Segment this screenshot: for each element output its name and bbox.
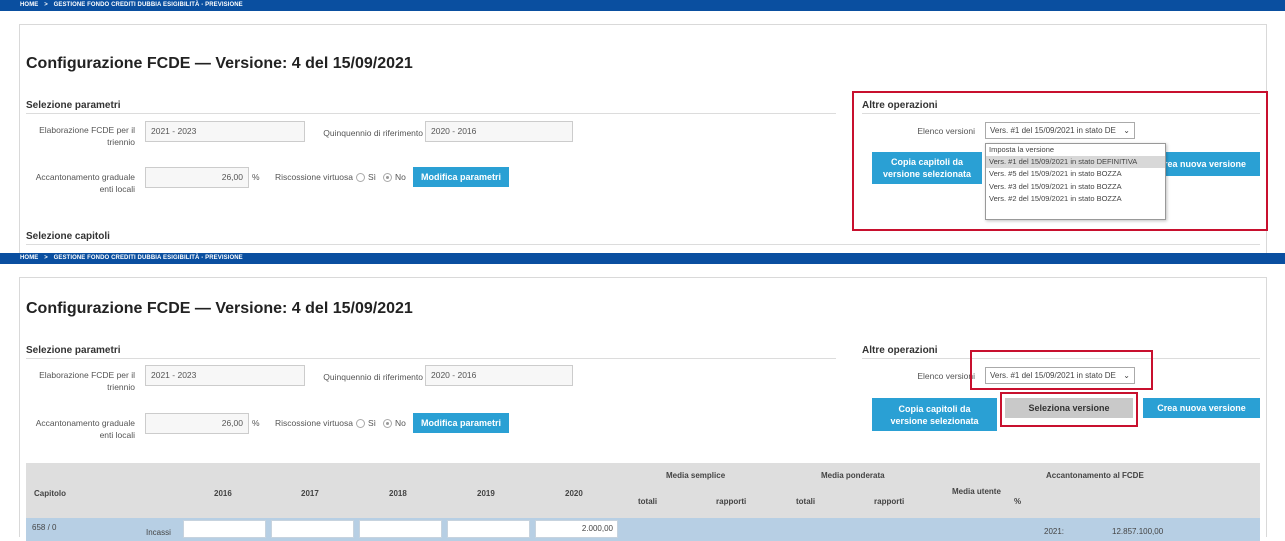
col-capitolo: Capitolo: [34, 489, 66, 498]
table-header: Capitolo 2016 2017 2018 2019 2020 Media …: [26, 463, 1260, 519]
cell-importo: 12.857.100,00: [1112, 527, 1164, 536]
accantonamento-label: Accantonamento graduale enti locali: [30, 417, 135, 441]
riscossione-radio-group: Riscossione virtuosa Sì No: [275, 418, 406, 428]
highlight-box: [1000, 392, 1138, 427]
copia-line2: versione selezionata: [890, 415, 979, 426]
radio-no[interactable]: [382, 172, 392, 182]
page-title: Configurazione FCDE — Versione: 4 del 15…: [26, 300, 413, 317]
screenshot-bottom-panel: HOME > GESTIONE FONDO CREDITI DUBBIA ESI…: [0, 253, 1285, 541]
breadcrumb-separator: >: [44, 255, 48, 261]
col-year: 2019: [477, 489, 495, 498]
quinquennio-field[interactable]: 2020 - 2016: [425, 365, 573, 386]
breadcrumb-home[interactable]: HOME: [20, 2, 38, 8]
col-accantonamento: Accantonamento al FCDE: [1046, 471, 1144, 480]
breadcrumb-separator: >: [44, 2, 48, 8]
col-year: 2020: [565, 489, 583, 498]
input-2017[interactable]: [271, 520, 354, 538]
acc-label-line2: enti locali: [99, 184, 135, 194]
triennio-label-line2: triennio: [107, 137, 135, 147]
acc-label-line2: enti locali: [99, 430, 135, 440]
cell-capitolo: 658 / 0: [32, 523, 57, 532]
divider: [26, 358, 836, 359]
highlight-box: [970, 350, 1153, 390]
accantonamento-field[interactable]: 26,00: [145, 413, 249, 434]
page-title: Configurazione FCDE — Versione: 4 del 15…: [26, 55, 413, 72]
accantonamento-label: Accantonamento graduale enti locali: [30, 171, 135, 195]
acc-label-line1: Accantonamento graduale: [35, 418, 135, 428]
quinquennio-label: Quinquennio di riferimento: [323, 128, 423, 138]
divider: [26, 113, 836, 114]
col-media-semplice: Media semplice: [666, 471, 726, 480]
input-2016[interactable]: [183, 520, 266, 538]
col-rapporti: rapporti: [716, 497, 747, 506]
radio-no[interactable]: [382, 418, 392, 428]
crea-nuova-versione-button[interactable]: Crea nuova versione: [1143, 398, 1260, 418]
section-params-title: Selezione parametri: [26, 100, 121, 111]
copia-capitoli-button[interactable]: Copia capitoli da versione selezionata: [872, 398, 997, 431]
triennio-label: Elaborazione FCDE per il triennio: [30, 124, 135, 148]
col-year: 2016: [214, 489, 232, 498]
triennio-label-line1: Elaborazione FCDE per il: [39, 370, 135, 380]
radio-si[interactable]: [355, 418, 365, 428]
modifica-parametri-button[interactable]: Modifica parametri: [413, 413, 509, 433]
input-2020[interactable]: 2.000,00: [535, 520, 618, 538]
riscossione-radio-group: Riscossione virtuosa Sì No: [275, 172, 406, 182]
col-rapporti: rapporti: [874, 497, 905, 506]
percent-sign: %: [252, 418, 260, 428]
triennio-label: Elaborazione FCDE per il triennio: [30, 369, 135, 393]
cell-anno: 2021:: [1044, 527, 1065, 536]
accantonamento-field[interactable]: 26,00: [145, 167, 249, 188]
triennio-label-line1: Elaborazione FCDE per il: [39, 125, 135, 135]
section-capitoli-title: Selezione capitoli: [26, 231, 110, 242]
breadcrumb-home[interactable]: HOME: [20, 255, 38, 261]
triennio-field[interactable]: 2021 - 2023: [145, 365, 305, 386]
breadcrumb: HOME > GESTIONE FONDO CREDITI DUBBIA ESI…: [0, 253, 1285, 264]
breadcrumb-current[interactable]: GESTIONE FONDO CREDITI DUBBIA ESIGIBILIT…: [54, 2, 243, 8]
acc-label-line1: Accantonamento graduale: [35, 172, 135, 182]
col-totali: totali: [796, 497, 816, 506]
quinquennio-label: Quinquennio di riferimento: [323, 372, 423, 382]
quinquennio-field[interactable]: 2020 - 2016: [425, 121, 573, 142]
radio-si-label: Sì: [367, 172, 376, 182]
section-params-title: Selezione parametri: [26, 345, 121, 356]
triennio-label-line2: triennio: [107, 382, 135, 392]
col-media-utente: Media utente: [952, 487, 1001, 496]
divider: [26, 244, 1260, 245]
breadcrumb-current[interactable]: GESTIONE FONDO CREDITI DUBBIA ESIGIBILIT…: [54, 255, 243, 261]
col-year: 2017: [301, 489, 319, 498]
col-media-ponderata: Media ponderata: [821, 471, 885, 480]
radio-no-label: No: [394, 418, 406, 428]
riscossione-label: Riscossione virtuosa: [275, 172, 353, 182]
section-altre-title: Altre operazioni: [862, 345, 938, 356]
highlight-box: [852, 91, 1268, 231]
screenshot-top-panel: HOME > GESTIONE FONDO CREDITI DUBBIA ESI…: [0, 0, 1285, 253]
col-year: 2018: [389, 489, 407, 498]
radio-si[interactable]: [355, 172, 365, 182]
col-percent: %: [1014, 497, 1022, 506]
input-2018[interactable]: [359, 520, 442, 538]
cell-tipo: Incassi: [146, 528, 171, 537]
col-totali: totali: [638, 497, 658, 506]
radio-no-label: No: [394, 172, 406, 182]
percent-sign: %: [252, 172, 260, 182]
modifica-parametri-button[interactable]: Modifica parametri: [413, 167, 509, 187]
radio-si-label: Sì: [367, 418, 376, 428]
copia-line1: Copia capitoli da: [898, 403, 971, 414]
input-2019[interactable]: [447, 520, 530, 538]
table-row: 658 / 0 Incassi 2.000,00 2021: 12.857.10…: [26, 518, 1260, 541]
breadcrumb: HOME > GESTIONE FONDO CREDITI DUBBIA ESI…: [0, 0, 1285, 11]
elenco-versioni-label: Elenco versioni: [917, 371, 975, 381]
triennio-field[interactable]: 2021 - 2023: [145, 121, 305, 142]
riscossione-label: Riscossione virtuosa: [275, 418, 353, 428]
